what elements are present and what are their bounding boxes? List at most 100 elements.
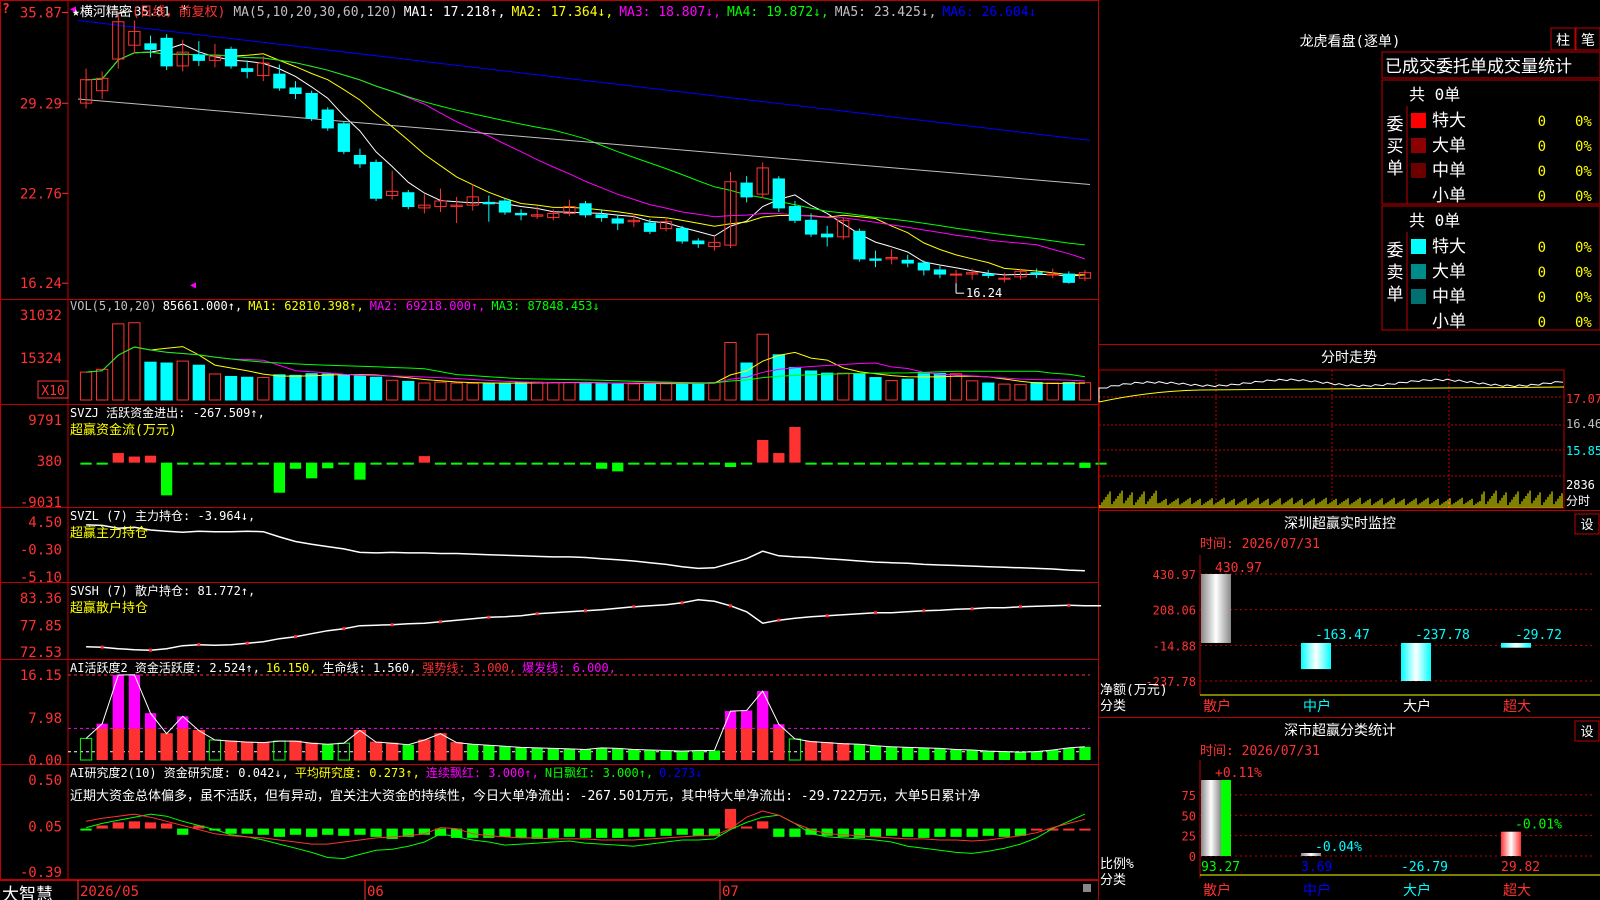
- svzj-bar: [160, 462, 173, 496]
- svzj-bar: [177, 462, 189, 465]
- row-pct: 0%: [1575, 315, 1592, 331]
- ai1-bar: [369, 741, 383, 761]
- ma-line-5: [86, 43, 1085, 277]
- svzj-bar: [660, 462, 672, 465]
- ai1-bar: [144, 713, 157, 729]
- vol-bar: [676, 382, 689, 401]
- row-count: 0: [1538, 265, 1546, 281]
- ai-research-note: 近期大资金总体偏多，虽不活跃，但有异动，宜关注大资金的持续性，今日大单净流出: …: [70, 789, 981, 804]
- candle-body: [998, 277, 1011, 280]
- candle-body: [982, 273, 995, 276]
- price-y-tick: 29.29: [20, 96, 62, 112]
- vol-bar: [1046, 382, 1059, 401]
- ai1-bar: [595, 747, 608, 760]
- ai2-bar: [998, 828, 1011, 837]
- ai2-y-tick: 0.05: [28, 820, 62, 836]
- svzj-bar: [821, 462, 833, 465]
- ai2-bar: [225, 828, 237, 834]
- candle-body: [160, 37, 173, 67]
- svzj-bar: [1095, 462, 1107, 465]
- svzj-bar: [112, 453, 124, 463]
- ai1-bar: [724, 728, 737, 760]
- vol-y-tick: 15324: [20, 351, 62, 367]
- row-count: 0: [1538, 240, 1546, 256]
- period-label[interactable]: (日线，前复权): [132, 5, 226, 20]
- svzl-sub: 超赢主力持仓: [70, 526, 149, 541]
- corner-mark[interactable]: ?: [2, 2, 10, 17]
- minute-vol-tick: 2836: [1566, 478, 1595, 492]
- header-item: AI研究度2(10) 资金研究度: 0.042↓,: [70, 766, 289, 780]
- row-pct: 0%: [1575, 114, 1592, 130]
- ai1-bar: [273, 740, 286, 761]
- svzj-bar: [902, 462, 914, 465]
- svzj-bar: [144, 455, 157, 463]
- sz-class-y-tick: 0: [1189, 850, 1196, 864]
- volume-panel[interactable]: 31032 15324 X10: [20, 308, 1092, 401]
- header-item: 爆发线: 6.000,: [522, 661, 616, 675]
- vol-bar: [353, 375, 367, 401]
- header-item: MA3: 87848.453↓: [491, 299, 600, 313]
- sz-class-category: 散户: [1203, 882, 1231, 899]
- vol-bar: [708, 381, 721, 401]
- stock-title[interactable]: ★横河精密: [72, 5, 132, 20]
- svzj-bar: [80, 462, 92, 465]
- sz-value-label: -163.47: [1315, 628, 1370, 643]
- row-count: 0: [1538, 164, 1546, 180]
- svzj-bar: [1014, 462, 1027, 465]
- vol-bar: [241, 376, 254, 401]
- ai1-bar: [918, 747, 930, 760]
- ai2-bar: [708, 828, 721, 836]
- ma-line-60: [77, 98, 1091, 185]
- ai2-bar: [547, 828, 559, 838]
- svzj-bar: [241, 462, 253, 465]
- svzj-bar: [1030, 462, 1043, 465]
- brand-logo: 大智慧: [2, 885, 53, 900]
- svzj-bar: [354, 462, 366, 480]
- sz-class-bottom-label: -26.79: [1401, 860, 1448, 875]
- side-total: 共 0单: [1409, 85, 1460, 104]
- ai2-bar: [612, 828, 624, 838]
- svzl-y-tick: 4.50: [28, 515, 62, 531]
- vol-bar: [869, 377, 882, 401]
- svzj-bar: [676, 462, 688, 465]
- ai1-bar: [1014, 752, 1027, 760]
- vol-bar: [998, 383, 1011, 401]
- svsh-dot: [584, 609, 587, 613]
- vol-bar: [224, 375, 238, 401]
- ai1-bar: [692, 750, 704, 760]
- vol-bar: [128, 322, 141, 401]
- vol-bar: [837, 372, 850, 401]
- svzj-bar: [418, 456, 431, 463]
- svzj-bar: [595, 462, 608, 469]
- vol-bar: [112, 323, 125, 401]
- header-item: 强势线: 3.000,: [422, 661, 517, 675]
- minute-panel[interactable]: 分时走势 17.07 16.46 15.85 2836 分时: [1098, 350, 1600, 511]
- header-item: VOL(5,10,20): [70, 299, 157, 313]
- longhu-panel: 龙虎看盘(逐单) 柱笔已成交 委托单 成交量统计共 0单委买单特大 0 0%大单 0 0%中单…: [1099, 27, 1600, 345]
- ai2-bar: [837, 828, 849, 837]
- kline-panel[interactable]: 35.8729.2922.7616.2435.81 *16.24: [20, 3, 1092, 300]
- ai-activity-panel[interactable]: 16.15 7.98 0.00: [20, 668, 1091, 769]
- ai1-bar: [96, 728, 108, 760]
- candle-body: [1062, 273, 1075, 283]
- vol-bar: [611, 383, 624, 401]
- header-item: SVZJ 活跃资金进出: -267.509↑,: [70, 406, 265, 420]
- ai1-bar: [192, 730, 205, 761]
- svsh-dot: [970, 607, 974, 611]
- svzj-bar: [612, 462, 624, 472]
- vol-bar: [692, 383, 705, 401]
- svzj-bar: [805, 462, 817, 465]
- lock-icon: [1083, 884, 1091, 892]
- x-axis: 2026/05 06 07: [0, 880, 1098, 900]
- svsh-dot: [1019, 605, 1022, 609]
- vol-bar: [257, 377, 270, 401]
- sz-class-y-tick: 75: [1182, 789, 1196, 803]
- ai2-bar: [177, 828, 189, 835]
- candle-body: [482, 201, 495, 205]
- svsh-panel[interactable]: 83.36 77.85 72.53: [20, 591, 1102, 661]
- ai1-bar: [757, 691, 769, 729]
- row-color-swatch: [1411, 239, 1426, 254]
- ai2-curve: [86, 810, 1086, 845]
- svzl-panel[interactable]: 4.50 -0.30 -5.10: [20, 515, 1085, 586]
- svzj-panel[interactable]: 9791 380 -9031: [20, 413, 1107, 511]
